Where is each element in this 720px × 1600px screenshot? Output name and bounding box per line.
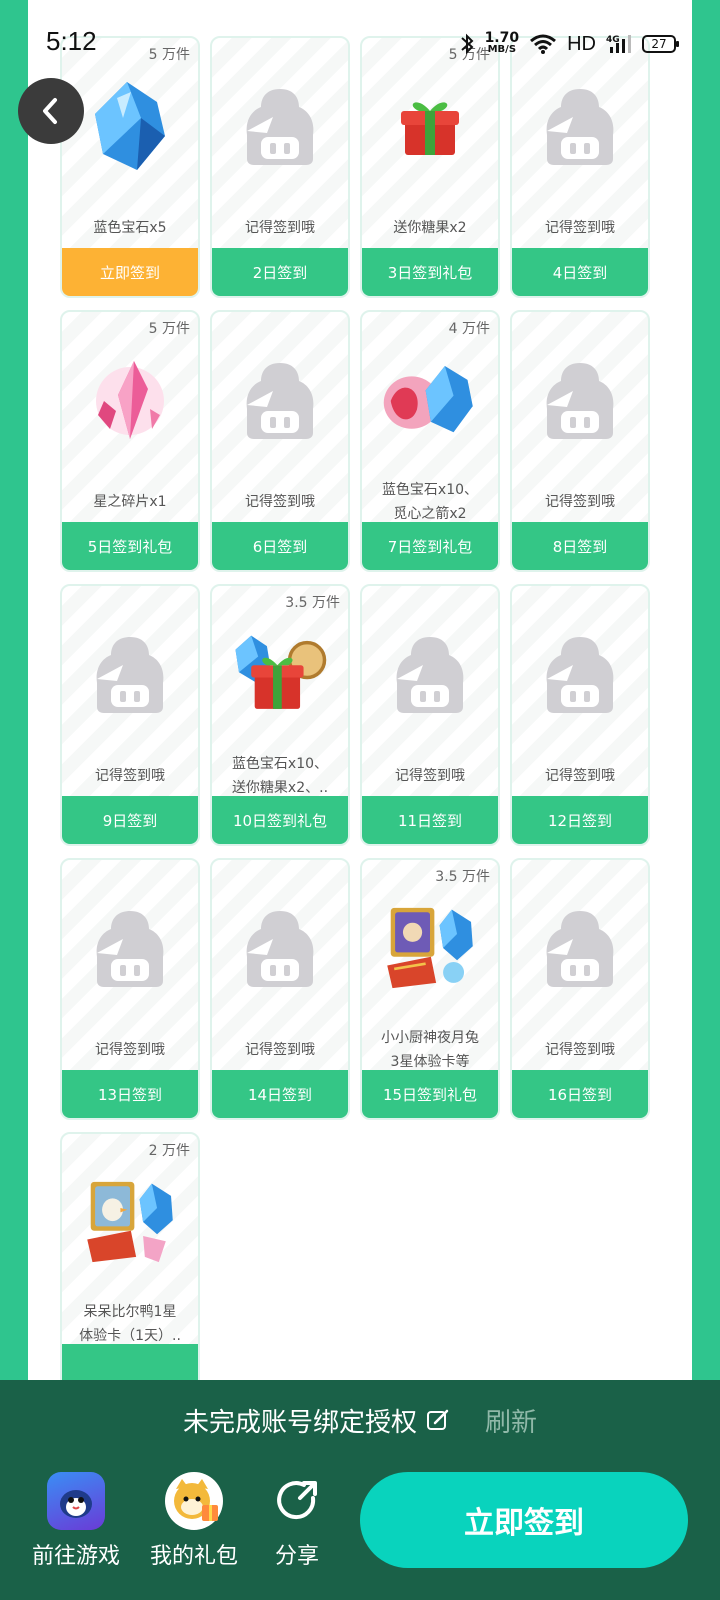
day-sign-in-button[interactable]: 6日签到 [212,522,348,570]
reward-card-day-5[interactable]: 5 万件 星之碎片x1 5日签到礼包 [60,310,200,572]
blue-gem-icon [82,78,178,174]
placeholder-mascot-icon [232,352,328,448]
placeholder-mascot-icon [82,626,178,722]
account-bind-row: 未完成账号绑定授权 刷新 [0,1402,720,1438]
day-sign-in-button[interactable]: 16日签到 [512,1070,648,1118]
gem-arrow-icon [382,352,478,448]
reward-card-day-12[interactable]: 记得签到哦 12日签到 [510,584,650,846]
reward-card-day-2[interactable]: 记得签到哦 2日签到 [210,36,350,298]
chevron-left-icon [43,98,57,124]
day-sign-in-button[interactable]: 15日签到礼包 [362,1070,498,1118]
stock-count: 3.5 万件 [285,595,340,611]
day-sign-in-button[interactable]: 4日签到 [512,248,648,296]
reward-card-day-7[interactable]: 4 万件 蓝色宝石x10、 觅心之箭x2 7日签到礼包 [360,310,500,572]
my-gifts-button[interactable]: 我的礼包 [150,1472,238,1570]
gift-mascot-icon [165,1472,223,1530]
day-sign-in-button[interactable]: 5日签到礼包 [62,522,198,570]
reward-card-day-17[interactable]: 2 万件 呆呆比尔鸭1星 体验卡（1天）.. [60,1132,200,1380]
gift-box-icon [382,78,478,174]
stock-count: 4 万件 [448,321,490,337]
refresh-link[interactable]: 刷新 [485,1402,537,1439]
day-sign-in-button[interactable]: 8日签到 [512,522,648,570]
my-gifts-label: 我的礼包 [150,1544,239,1569]
reward-card-day-3[interactable]: 5 万件 送你糖果x2 3日签到礼包 [360,36,500,298]
bind-status-text[interactable]: 未完成账号绑定授权 [183,1402,417,1439]
reward-card-day-10[interactable]: 3.5 万件 蓝色宝石x10、 送你糖果x2、.. 10日签到礼包 [210,584,350,846]
placeholder-mascot-icon [532,626,628,722]
placeholder-mascot-icon [232,78,328,174]
reward-card-day-14[interactable]: 记得签到哦 14日签到 [210,858,350,1120]
share-label: 分享 [274,1544,319,1569]
wifi-icon [530,34,557,54]
reward-card-day-15[interactable]: 3.5 万件 小小厨神夜月兔 3星体验卡等 15日签到礼包 [360,858,500,1120]
back-button[interactable] [18,78,84,144]
share-icon [268,1472,326,1530]
reward-card-day-8[interactable]: 记得签到哦 8日签到 [510,310,650,572]
bottom-bar: 未完成账号绑定授权 刷新 前往游戏 我的礼包 分享 立即签到 [0,1380,720,1600]
reward-card-day-4[interactable]: 记得签到哦 4日签到 [510,36,650,298]
placeholder-mascot-icon [532,352,628,448]
edit-icon[interactable] [425,1407,451,1433]
reward-card-day-9[interactable]: 记得签到哦 9日签到 [60,584,200,846]
network-speed: 1.70 MB/S [484,30,520,55]
game-app-icon [47,1472,105,1530]
day-sign-in-button[interactable]: 13日签到 [62,1070,198,1118]
reward-card-day-6[interactable]: 记得签到哦 6日签到 [210,310,350,572]
day-sign-in-button[interactable]: 11日签到 [362,796,498,844]
status-time: 5:12 [46,26,97,56]
reward-card-day-11[interactable]: 记得签到哦 11日签到 [360,584,500,846]
hd-indicator: HD [567,32,596,55]
stock-count: 5 万件 [148,47,190,63]
day-sign-in-button[interactable]: 10日签到礼包 [212,796,348,844]
share-button[interactable]: 分享 [268,1472,326,1570]
pink-shard-icon [82,352,178,448]
gem-gift-icon [232,626,328,722]
reward-grid: 5 万件 蓝色宝石x5 立即签到 记得签到哦 2日签到 5 万件 送你糖果x2 3日签到礼包记… [0,0,720,1380]
placeholder-mascot-icon [532,78,628,174]
go-game-label: 前往游戏 [32,1544,121,1569]
placeholder-mascot-icon [232,900,328,996]
day-sign-in-button[interactable] [62,1344,198,1380]
duck-bundle-icon [82,1174,178,1270]
day-sign-in-button[interactable]: 9日签到 [62,796,198,844]
day-sign-in-button[interactable]: 14日签到 [212,1070,348,1118]
reward-card-day-1[interactable]: 5 万件 蓝色宝石x5 立即签到 [60,36,200,298]
sign-in-now-button[interactable]: 立即签到 [62,248,198,296]
reward-card-day-13[interactable]: 记得签到哦 13日签到 [60,858,200,1120]
card-bundle-icon [382,900,478,996]
placeholder-mascot-icon [382,626,478,722]
bluetooth-icon [460,33,474,55]
sign-in-button[interactable]: 立即签到 [360,1472,688,1568]
status-icons: 1.70 MB/S HD 4G 27 [459,26,679,62]
battery-indicator: 27 [642,35,679,53]
day-sign-in-button[interactable]: 7日签到礼包 [362,522,498,570]
go-game-button[interactable]: 前往游戏 [32,1472,120,1570]
placeholder-mascot-icon [82,900,178,996]
stock-count: 5 万件 [148,321,190,337]
signal-icon: 4G [606,35,631,53]
stock-count: 2 万件 [148,1143,190,1159]
day-sign-in-button[interactable]: 2日签到 [212,248,348,296]
reward-card-day-16[interactable]: 记得签到哦 16日签到 [510,858,650,1120]
day-sign-in-button[interactable]: 3日签到礼包 [362,248,498,296]
placeholder-mascot-icon [532,900,628,996]
stock-count: 3.5 万件 [435,869,490,885]
day-sign-in-button[interactable]: 12日签到 [512,796,648,844]
